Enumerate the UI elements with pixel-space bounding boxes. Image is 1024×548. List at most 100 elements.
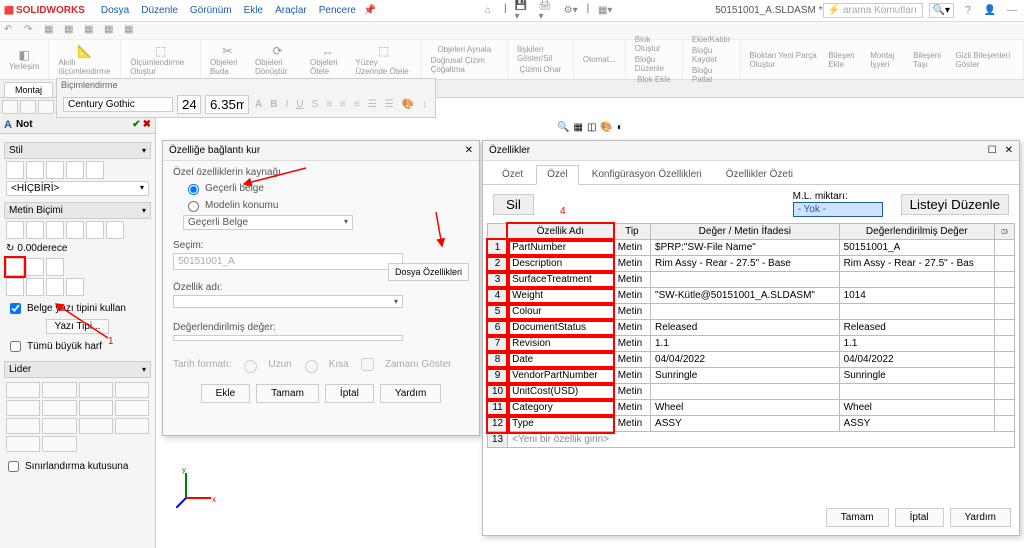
uppercase-checkbox[interactable] xyxy=(10,341,21,352)
table-cell[interactable] xyxy=(995,256,1015,272)
table-row[interactable]: 11CategoryMetinWheelWheel xyxy=(488,400,1015,416)
table-row[interactable]: 8DateMetin04/04/202204/04/2022 xyxy=(488,352,1015,368)
table-cell[interactable]: 2 xyxy=(488,256,508,272)
table-row[interactable]: 9VendorPartNumberMetinSunringleSunringle xyxy=(488,368,1015,384)
ok-button[interactable]: Tamam xyxy=(826,508,889,527)
table-cell[interactable]: ASSY xyxy=(651,416,840,432)
table-cell[interactable]: 04/04/2022 xyxy=(839,352,994,368)
leader-btn[interactable] xyxy=(79,418,113,434)
prop-name-dropdown[interactable] xyxy=(173,295,403,308)
font-select[interactable]: Century Gothic xyxy=(63,97,173,112)
table-cell[interactable] xyxy=(995,400,1015,416)
table-cell[interactable]: 12 xyxy=(488,416,508,432)
ribbon-btn[interactable]: Doğrusal Çizim Çoğaltma xyxy=(428,55,501,75)
stroke-input[interactable] xyxy=(205,95,249,114)
ribbon-btn[interactable]: Bloktan Yeni Parça Oluştur xyxy=(747,50,822,70)
ribbon-btn[interactable]: ⟳Objeleri Dönüştür xyxy=(252,43,303,77)
table-cell[interactable]: 11 xyxy=(488,400,508,416)
table-cell[interactable]: 1.1 xyxy=(651,336,840,352)
edit-list-button[interactable]: Listeyi Düzenle xyxy=(901,194,1009,215)
qa-icon[interactable]: ▦ xyxy=(104,24,118,38)
table-row[interactable]: 2DescriptionMetin Rim Assy - Rear - 27.5"… xyxy=(488,256,1015,272)
ribbon-btn[interactable]: Blok Oluştur xyxy=(632,34,676,54)
italic-icon[interactable]: I xyxy=(283,99,290,110)
ribbon-btn[interactable]: Bloğu Kaydet xyxy=(689,45,734,65)
ribbon-btn[interactable]: ⬚Yüzey Üzerinde Ötele xyxy=(352,43,414,77)
font-button[interactable]: Yazı Tipi... xyxy=(46,319,110,334)
align-btn[interactable] xyxy=(26,221,44,239)
list-icon[interactable]: ☰ xyxy=(383,99,396,110)
table-cell[interactable]: 3 xyxy=(488,272,508,288)
tab-custom[interactable]: Özel xyxy=(536,165,579,185)
qa-icon[interactable]: ▦ xyxy=(84,24,98,38)
view-icon[interactable]: 🎨 xyxy=(600,122,612,133)
table-cell[interactable]: Released xyxy=(651,320,840,336)
help-icon[interactable]: ? xyxy=(960,3,976,19)
property-mgr-icon[interactable] xyxy=(20,100,36,114)
bold-icon[interactable]: A xyxy=(253,99,264,110)
ribbon-btn[interactable]: Bileşeni Taşı xyxy=(910,50,948,70)
table-cell[interactable]: Rim Assy - Rear - 27.5" - Bas xyxy=(839,256,994,272)
table-row[interactable]: 4WeightMetin"SW-Kütle@50151001_A.SLDASM"… xyxy=(488,288,1015,304)
table-cell[interactable]: Metin xyxy=(613,368,650,384)
cancel-button[interactable]: İptal xyxy=(895,508,944,527)
fmt-btn[interactable] xyxy=(66,278,84,296)
menu-tools[interactable]: Araçlar xyxy=(269,5,313,16)
table-cell[interactable]: Metin xyxy=(613,256,650,272)
table-cell[interactable]: Description xyxy=(508,256,614,272)
table-cell[interactable]: DocumentStatus xyxy=(508,320,614,336)
link-prop-btn[interactable] xyxy=(6,258,24,276)
align-btn[interactable] xyxy=(86,221,104,239)
ribbon-btn[interactable]: ↔Objeleri Ötele xyxy=(307,43,348,77)
list-icon[interactable]: ☰ xyxy=(366,99,379,110)
ribbon-btn[interactable]: Bloğu Patlat xyxy=(689,65,734,85)
table-cell[interactable]: Sunringle xyxy=(839,368,994,384)
user-icon[interactable]: 👤 xyxy=(982,3,998,19)
layers-icon[interactable]: ▦▾ xyxy=(597,3,613,19)
leader-btn[interactable] xyxy=(42,418,76,434)
table-cell[interactable]: Colour xyxy=(508,304,614,320)
table-row[interactable]: 1PartNumberMetin$PRP:"SW-File Name"50151… xyxy=(488,240,1015,256)
fmt-btn[interactable] xyxy=(46,258,64,276)
leader-btn[interactable] xyxy=(42,436,76,452)
print-icon[interactable]: 🖨▾ xyxy=(539,3,555,19)
table-cell[interactable]: 1.1 xyxy=(839,336,994,352)
add-button[interactable]: Ekle xyxy=(201,384,250,403)
table-cell[interactable] xyxy=(995,272,1015,288)
table-cell[interactable]: 13 xyxy=(488,432,508,448)
help-button[interactable]: Yardım xyxy=(950,508,1012,527)
table-cell[interactable]: 1014 xyxy=(839,288,994,304)
table-cell[interactable]: Metin xyxy=(613,352,650,368)
table-cell[interactable] xyxy=(995,288,1015,304)
bbox-checkbox[interactable] xyxy=(8,461,19,472)
table-cell[interactable]: 8 xyxy=(488,352,508,368)
fmt-btn[interactable] xyxy=(46,278,64,296)
table-cell[interactable]: Metin xyxy=(613,304,650,320)
table-cell[interactable]: Date xyxy=(508,352,614,368)
section-text-format[interactable]: Metin Biçimi xyxy=(4,202,151,219)
col-evaluated[interactable]: Değerlendirilmiş Değer xyxy=(839,224,994,240)
ribbon-btn[interactable]: Montaj İşyeri xyxy=(867,50,906,70)
ribbon-btn[interactable]: ✂Objeleri Buda xyxy=(207,43,248,77)
qa-icon[interactable]: ▦ xyxy=(44,24,58,38)
view-icon[interactable]: ◫ xyxy=(587,122,596,133)
table-row[interactable]: 10UnitCost(USD)Metin xyxy=(488,384,1015,400)
table-cell[interactable] xyxy=(651,384,840,400)
table-cell[interactable]: 5 xyxy=(488,304,508,320)
selection-input[interactable]: 50151001_A xyxy=(173,253,403,270)
bold-icon[interactable]: B xyxy=(268,99,279,110)
table-cell[interactable]: SurfaceTreatment xyxy=(508,272,614,288)
color-icon[interactable]: 🎨 xyxy=(400,99,416,110)
leader-btn[interactable] xyxy=(42,382,76,398)
ribbon-btn[interactable]: ⬚Ölçümlendirme Oluştur xyxy=(127,43,194,77)
table-cell[interactable]: Wheel xyxy=(839,400,994,416)
menu-insert[interactable]: Ekle xyxy=(238,5,269,16)
table-cell[interactable]: 4 xyxy=(488,288,508,304)
table-cell[interactable]: Weight xyxy=(508,288,614,304)
ribbon-btn[interactable]: Ekle/Kaldır xyxy=(689,34,734,45)
ok-button[interactable]: Tamam xyxy=(256,384,319,403)
table-cell[interactable]: Revision xyxy=(508,336,614,352)
table-cell[interactable]: Wheel xyxy=(651,400,840,416)
strike-icon[interactable]: S xyxy=(309,99,320,110)
table-cell[interactable] xyxy=(995,336,1015,352)
